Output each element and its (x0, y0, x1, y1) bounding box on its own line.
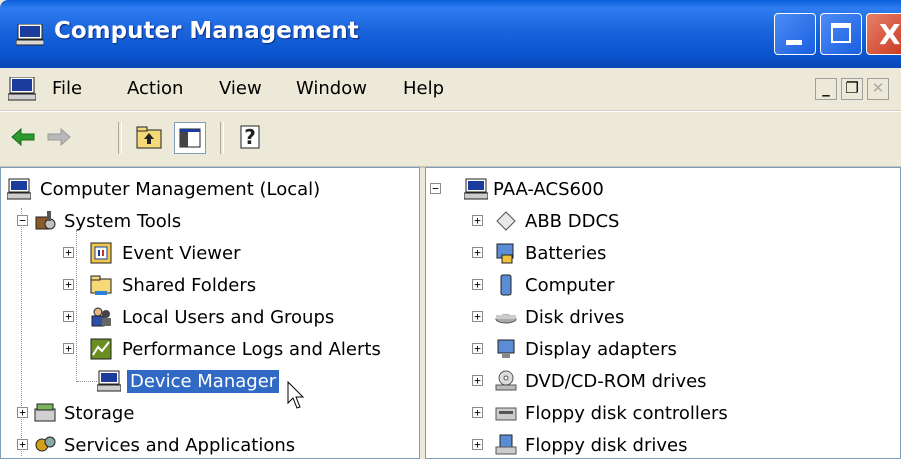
help-icon[interactable]: ? (236, 122, 266, 152)
menu-file[interactable]: File (52, 78, 82, 99)
back-arrow-icon[interactable] (8, 122, 38, 152)
title-bar[interactable]: Computer Management X (0, 0, 901, 68)
system-tools-icon (35, 211, 56, 230)
tree-node-label: Storage (64, 403, 135, 424)
performance-logs-icon (90, 338, 112, 360)
window-title: Computer Management (54, 18, 359, 44)
close-button[interactable]: X (866, 13, 901, 55)
close-icon: X (879, 18, 901, 51)
child-close-button[interactable]: ✕ (867, 78, 889, 100)
child-restore-button[interactable]: ❐ (841, 78, 863, 100)
expand-toggle[interactable]: + (472, 439, 483, 450)
tree-node-label: Local Users and Groups (122, 307, 335, 328)
expand-toggle[interactable]: + (472, 311, 483, 322)
device-category-label: ABB DDCS (525, 211, 620, 232)
tree-node-label: Performance Logs and Alerts (122, 339, 381, 360)
computer-management-window: Computer Management X File Action View W… (0, 0, 901, 459)
device-category-label: Batteries (525, 243, 607, 264)
device-manager-icon (97, 370, 121, 392)
console-tree-pane[interactable]: Computer Management (Local) − System Too… (0, 167, 420, 459)
device-category-label: Disk drives (525, 307, 625, 328)
device-category-label: DVD/CD-ROM drives (525, 371, 707, 392)
minimize-button[interactable] (774, 13, 816, 55)
show-hide-tree-icon[interactable] (174, 122, 206, 154)
expand-toggle[interactable]: + (63, 311, 74, 322)
disk-drive-icon (495, 314, 517, 324)
expand-toggle[interactable]: + (472, 279, 483, 290)
menu-help[interactable]: Help (403, 78, 444, 99)
maximize-button[interactable] (820, 13, 862, 55)
shared-folder-icon (90, 275, 112, 295)
users-icon (91, 307, 111, 327)
computer-icon (464, 178, 488, 200)
expand-toggle[interactable]: + (472, 375, 483, 386)
collapse-toggle[interactable]: − (17, 215, 28, 226)
menu-window[interactable]: Window (296, 78, 367, 99)
device-category-label: Computer (525, 275, 615, 296)
up-folder-icon[interactable] (134, 122, 164, 152)
diamond-device-icon (496, 211, 516, 231)
storage-icon (34, 403, 56, 422)
tree-node-label: Device Manager (127, 370, 280, 393)
device-node-label: PAA-ACS600 (493, 179, 604, 200)
tree-node-label: System Tools (64, 211, 182, 232)
tree-node-label: Computer Management (Local) (40, 179, 321, 200)
computer-icon[interactable] (8, 77, 36, 101)
computer-icon (7, 178, 31, 200)
computer-icon (16, 24, 44, 46)
expand-toggle[interactable]: + (472, 407, 483, 418)
tree-node-label: Event Viewer (122, 243, 241, 264)
menu-action[interactable]: Action (127, 78, 183, 99)
tree-line (76, 230, 77, 382)
toolbar-separator (118, 122, 122, 154)
expand-toggle[interactable]: + (63, 343, 74, 354)
expand-toggle[interactable]: + (63, 247, 74, 258)
minimize-icon: _ (822, 79, 830, 97)
computer-tower-icon (500, 274, 512, 296)
expand-toggle[interactable]: + (472, 215, 483, 226)
battery-icon (496, 243, 514, 264)
expand-toggle[interactable]: + (472, 247, 483, 258)
expand-toggle[interactable]: + (63, 279, 74, 290)
cd-drive-icon (495, 370, 517, 391)
collapse-toggle[interactable]: − (430, 183, 441, 194)
device-category-label: Display adapters (525, 339, 677, 360)
mouse-cursor-icon (287, 381, 305, 409)
tree-node-label: Services and Applications (64, 435, 296, 456)
restore-icon: ❐ (845, 79, 859, 97)
minimize-icon (786, 40, 802, 45)
tree-line (77, 381, 97, 382)
toolbar: ? (0, 111, 901, 168)
device-category-label: Floppy disk drives (525, 435, 688, 456)
close-icon: ✕ (871, 79, 885, 97)
expand-toggle[interactable]: + (472, 343, 483, 354)
expand-toggle[interactable]: + (17, 439, 28, 450)
toolbar-separator (220, 122, 224, 154)
forward-arrow-icon[interactable] (44, 122, 74, 152)
svg-text:?: ? (244, 125, 256, 149)
event-viewer-icon (90, 242, 112, 264)
menu-view[interactable]: View (219, 78, 262, 99)
menu-bar: File Action View Window Help (0, 68, 901, 111)
details-pane[interactable]: − PAA-ACS600 + ABB DDCS + Batteries + Co… (425, 167, 901, 459)
display-adapter-icon (497, 339, 515, 358)
device-category-label: Floppy disk controllers (525, 403, 728, 424)
expand-toggle[interactable]: + (17, 407, 28, 418)
tree-node-label: Shared Folders (122, 275, 257, 296)
floppy-drive-icon (495, 434, 517, 455)
services-icon (35, 436, 56, 452)
maximize-icon (831, 23, 851, 43)
floppy-controller-icon (495, 407, 517, 421)
child-minimize-button[interactable]: _ (815, 78, 837, 100)
